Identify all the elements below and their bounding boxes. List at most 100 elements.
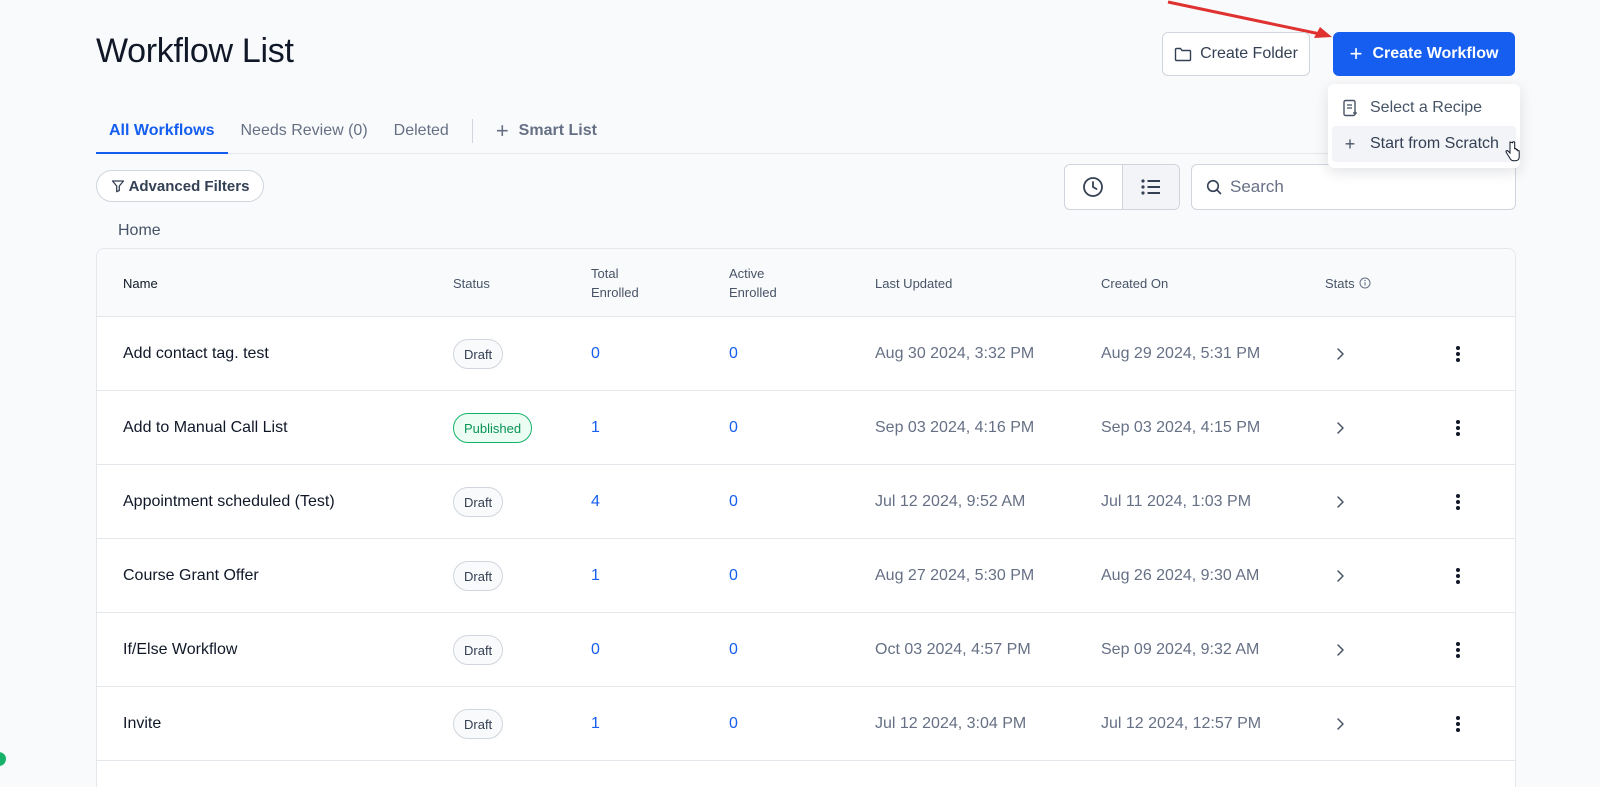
total-enrolled-value-cell: 4 [591, 465, 600, 539]
tab-deleted[interactable]: Deleted [381, 109, 462, 153]
workflow-name[interactable]: Appointment scheduled (Test) [123, 493, 335, 511]
tab-all-workflows-label: All Workflows [109, 122, 215, 139]
start-from-scratch-item[interactable]: + Start from Scratch [1332, 126, 1516, 162]
start-from-scratch-label: Start from Scratch [1370, 135, 1499, 152]
chevron-right-icon[interactable] [1325, 709, 1355, 739]
filter-icon [111, 180, 124, 193]
last-updated-value: Aug 30 2024, 3:32 PM [875, 345, 1035, 362]
status-badge-cell: Draft [453, 465, 504, 539]
more-vertical-icon[interactable] [1443, 561, 1473, 591]
total-enrolled-value[interactable]: 1 [591, 567, 600, 585]
active-enrolled-value[interactable]: 0 [729, 493, 738, 511]
table-row[interactable]: Invite Draft 1 0 Jul 12 2024, 3:04 PM Jul 12 … [97, 687, 1515, 761]
workflow-name[interactable]: Course Grant Offer [123, 567, 259, 585]
column-header-name[interactable]: Name [123, 249, 158, 317]
total-enrolled-line2: Enrolled [591, 285, 639, 300]
more-vertical-icon[interactable] [1443, 635, 1473, 665]
plus-icon: + [495, 118, 509, 143]
created-on-value: Aug 29 2024, 5:31 PM [1101, 345, 1261, 362]
workflow-name[interactable]: Add to Manual Call List [123, 419, 288, 437]
column-header-stats[interactable]: Stats [1325, 249, 1371, 317]
tab-all-workflows[interactable]: All Workflows [96, 109, 228, 154]
total-enrolled-value[interactable]: 0 [591, 345, 600, 363]
stats-cell [1325, 687, 1355, 761]
tab-smart-list-label: Smart List [518, 122, 597, 139]
tab-deleted-label: Deleted [393, 122, 449, 139]
status-badge: Draft [453, 635, 504, 665]
workflow-name-cell: Course Grant Offer [123, 539, 259, 613]
total-enrolled-value[interactable]: 1 [591, 419, 600, 437]
tab-divider [471, 119, 473, 143]
workflow-name-cell: If/Else Workflow [123, 613, 237, 687]
more-vertical-icon[interactable] [1443, 487, 1473, 517]
chevron-right-icon[interactable] [1325, 635, 1355, 665]
search-icon [1206, 179, 1222, 195]
stats-cell [1325, 465, 1355, 539]
help-widget-icon[interactable] [0, 752, 6, 766]
create-workflow-label: Create Workflow [1372, 45, 1499, 62]
workflow-name[interactable]: Invite [123, 715, 161, 733]
total-enrolled-value[interactable]: 1 [591, 715, 600, 733]
plus-icon: + [1349, 41, 1363, 66]
created-on-value-cell: Sep 03 2024, 4:15 PM [1101, 391, 1260, 465]
select-recipe-item[interactable]: Select a Recipe [1332, 90, 1516, 126]
breadcrumb[interactable]: Home [118, 222, 161, 240]
more-vertical-icon[interactable] [1443, 709, 1473, 739]
last-updated-value: Jul 12 2024, 9:52 AM [875, 493, 1026, 510]
column-header-total-enrolled[interactable]: Total Enrolled [591, 249, 639, 317]
advanced-filters-button[interactable]: Advanced Filters [96, 170, 264, 202]
status-badge-cell: Draft [453, 613, 504, 687]
table-header: Name Status Total Enrolled Active Enrolled… [97, 249, 1515, 317]
last-updated-value-cell: Aug 30 2024, 3:32 PM [875, 317, 1034, 391]
info-icon [1359, 277, 1371, 289]
workflow-name-cell: Appointment scheduled (Test) [123, 465, 335, 539]
active-enrolled-value-cell: 0 [729, 465, 738, 539]
table-row[interactable]: If/Else Workflow Draft 0 0 Oct 03 2024, 4:57… [97, 613, 1515, 687]
status-badge-cell: Draft [453, 687, 504, 761]
total-enrolled-value-cell: 0 [591, 613, 600, 687]
workflow-name-cell: Add contact tag. test [123, 317, 269, 391]
chevron-right-icon[interactable] [1325, 561, 1355, 591]
list-view-button[interactable] [1121, 165, 1179, 209]
chevron-right-icon[interactable] [1325, 413, 1355, 443]
column-header-active-enrolled[interactable]: Active Enrolled [729, 249, 777, 317]
tab-smart-list[interactable]: + Smart List [483, 109, 610, 153]
table-row[interactable]: Add contact tag. test Draft 0 0 Aug 30 2024,… [97, 317, 1515, 391]
created-on-value: Jul 11 2024, 1:03 PM [1101, 493, 1252, 510]
actions-cell [1437, 391, 1473, 465]
search-input[interactable] [1230, 177, 1490, 197]
tab-needs-review[interactable]: Needs Review (0) [228, 109, 381, 153]
last-updated-value-cell: Sep 03 2024, 4:16 PM [875, 391, 1034, 465]
status-badge: Draft [453, 487, 504, 517]
workflow-name[interactable]: Add contact tag. test [123, 345, 269, 363]
stats-label: Stats [1325, 275, 1355, 291]
more-vertical-icon[interactable] [1443, 339, 1473, 369]
column-header-last-updated[interactable]: Last Updated [875, 249, 952, 317]
active-enrolled-value-cell: 0 [729, 539, 738, 613]
total-enrolled-value[interactable]: 0 [591, 641, 600, 659]
more-vertical-icon[interactable] [1443, 413, 1473, 443]
recent-view-button[interactable] [1065, 165, 1122, 209]
status-badge-cell: Draft [453, 539, 504, 613]
created-on-value: Aug 26 2024, 9:30 AM [1101, 567, 1260, 584]
active-enrolled-line2: Enrolled [729, 285, 777, 300]
active-enrolled-value[interactable]: 0 [729, 345, 738, 363]
column-header-status[interactable]: Status [453, 249, 490, 317]
active-enrolled-value[interactable]: 0 [729, 567, 738, 585]
created-on-value-cell: Sep 09 2024, 9:32 AM [1101, 613, 1259, 687]
table-row[interactable]: Course Grant Offer Draft 1 0 Aug 27 2024, 5:… [97, 539, 1515, 613]
table-row[interactable]: Add to Manual Call List Published 1 0 Sep 03… [97, 391, 1515, 465]
workflow-name[interactable]: If/Else Workflow [123, 641, 237, 659]
chevron-right-icon[interactable] [1325, 487, 1355, 517]
chevron-right-icon[interactable] [1325, 339, 1355, 369]
table-row[interactable]: Appointment scheduled (Test) Draft 4 0 Jul 1… [97, 465, 1515, 539]
column-header-created-on[interactable]: Created On [1101, 249, 1168, 317]
active-enrolled-value[interactable]: 0 [729, 715, 738, 733]
active-enrolled-value[interactable]: 0 [729, 419, 738, 437]
active-enrolled-value[interactable]: 0 [729, 641, 738, 659]
last-updated-value-cell: Oct 03 2024, 4:57 PM [875, 613, 1031, 687]
create-workflow-button[interactable]: + Create Workflow [1333, 32, 1515, 76]
create-folder-button[interactable]: Create Folder [1162, 32, 1310, 76]
total-enrolled-value[interactable]: 4 [591, 493, 600, 511]
active-enrolled-value-cell: 0 [729, 687, 738, 761]
